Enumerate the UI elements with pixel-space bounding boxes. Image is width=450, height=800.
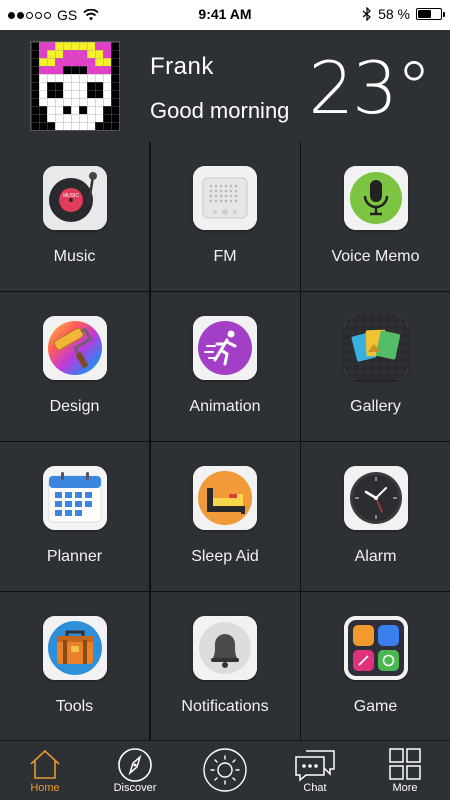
tab-more[interactable]: More (360, 741, 450, 800)
microphone-icon (343, 166, 408, 230)
toolbox-icon (42, 616, 107, 680)
tile-label: Planner (46, 548, 103, 565)
tile-label: Tools (55, 698, 94, 715)
greeting-message: Good morning (150, 98, 290, 123)
tile-sleep-aid[interactable]: Sleep Aid (150, 442, 300, 591)
chat-icon (295, 750, 335, 782)
music-record-icon: MUSIC (42, 166, 107, 230)
tab-label: More (392, 782, 418, 794)
tile-label: Music (53, 248, 96, 265)
tab-label: Home (30, 782, 60, 794)
tile-label: Notifications (181, 698, 269, 715)
tile-planner[interactable]: Planner (0, 442, 149, 591)
tile-music[interactable]: MUSIC Music (0, 142, 149, 291)
tile-animation[interactable]: Animation (150, 292, 300, 441)
tile-notifications[interactable]: Notifications (150, 592, 300, 741)
status-bar: GS 9:41 AM 58 % (0, 0, 450, 30)
tab-chat[interactable]: Chat (270, 741, 360, 800)
compass-icon (118, 748, 152, 782)
more-grid-icon (389, 748, 421, 780)
bluetooth-icon (362, 7, 371, 21)
tile-label: Gallery (350, 398, 401, 415)
user-name: Frank (150, 53, 214, 80)
game-grid-icon (343, 616, 408, 680)
battery-percent: 58 % (378, 6, 410, 22)
sun-icon (203, 748, 247, 792)
tab-home[interactable]: Home (0, 741, 90, 800)
app-grid: MUSIC Music FM Voice Memo Design Animati… (0, 142, 450, 741)
battery-icon (416, 8, 445, 20)
tile-label: Game (353, 698, 398, 715)
bell-icon (193, 616, 257, 680)
tile-label: Alarm (354, 548, 397, 565)
tile-game[interactable]: Game (301, 592, 450, 741)
tile-design[interactable]: Design (0, 292, 149, 441)
tab-discover[interactable]: Discover (90, 741, 180, 800)
home-icon (30, 749, 60, 779)
header: Frank Good morning 23° (0, 30, 450, 142)
tile-alarm[interactable]: Alarm (301, 442, 450, 591)
tile-label: Animation (189, 398, 261, 415)
tile-gallery[interactable]: Gallery (301, 292, 450, 441)
bed-icon (193, 466, 257, 530)
clock-icon (343, 466, 408, 530)
tile-label: Design (49, 398, 100, 415)
tile-fm[interactable]: FM (150, 142, 300, 291)
tile-label: Voice Memo (331, 248, 420, 265)
temperature-display: 23° (308, 46, 432, 130)
tab-bar: Home Discover Chat More (0, 740, 450, 800)
photo-cards-icon (343, 316, 408, 380)
tile-tools[interactable]: Tools (0, 592, 149, 741)
avatar[interactable] (30, 41, 120, 131)
tab-center[interactable] (180, 741, 270, 800)
tile-label: FM (213, 248, 237, 265)
tile-voice-memo[interactable]: Voice Memo (301, 142, 450, 291)
calendar-icon (42, 466, 107, 530)
battery-area: 58 % (362, 6, 445, 22)
music-icon-text: MUSIC (62, 193, 79, 199)
tile-label: Sleep Aid (191, 548, 259, 565)
paint-roller-icon (42, 316, 107, 380)
tab-label: Discover (113, 782, 157, 794)
running-person-icon (193, 316, 257, 380)
tab-label: Chat (303, 782, 327, 794)
radio-icon (193, 166, 257, 230)
